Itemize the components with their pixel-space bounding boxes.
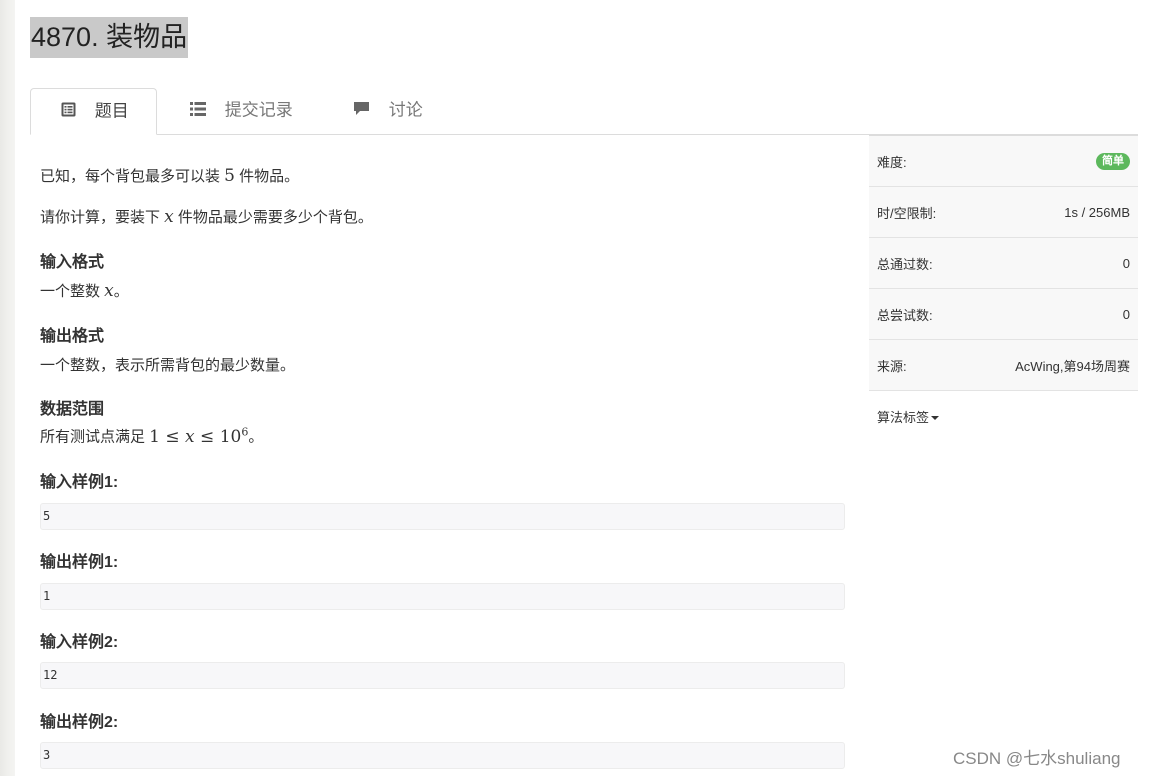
question-variable: x — [164, 207, 174, 227]
data-range-heading: 数据范围 — [40, 401, 105, 418]
algorithm-tags-toggle[interactable]: 算法标签 — [877, 407, 940, 426]
left-margin-strip — [0, 0, 15, 776]
sample-output-1-code[interactable]: 1 — [40, 583, 845, 610]
range-text-pre: 所有测试点满足 — [40, 428, 150, 446]
question-text-post: 件物品最少需要多少个背包。 — [173, 209, 373, 226]
tab-submissions-label: 提交记录 — [224, 100, 293, 120]
data-range-text: 所有测试点满足 1 ≤ x ≤ 106。 — [40, 425, 263, 447]
input-variable: x — [104, 281, 114, 301]
difficulty-label: 难度: — [877, 154, 907, 170]
sample-output-2-code[interactable]: 3 — [40, 742, 845, 769]
list-alt-icon — [61, 90, 76, 134]
passed-label: 总通过数: — [877, 256, 933, 272]
range-math-upper: ≤ 10 — [194, 426, 242, 447]
tried-value: 0 — [1122, 306, 1130, 322]
tried-row: 总尝试数: 0 — [869, 289, 1138, 340]
sample-input-1-heading: 输入样例1: — [40, 474, 119, 491]
watermark: CSDN @七水shuliang — [953, 749, 1121, 768]
intro-text-post: 件物品。 — [235, 168, 300, 185]
tab-problem-label: 题目 — [94, 101, 129, 121]
intro-text-pre: 已知，每个背包最多可以装 — [40, 168, 225, 185]
question-text-pre: 请你计算，要装下 — [40, 209, 165, 226]
source-value[interactable]: AcWing,第94场周赛 — [1015, 356, 1130, 375]
source-row: 来源: AcWing,第94场周赛 — [869, 340, 1138, 391]
problem-tabs: 题目 提交记录 讨论 — [30, 88, 1138, 135]
limit-label: 时/空限制: — [877, 205, 937, 221]
list-icon — [190, 89, 206, 133]
tab-discussion-label: 讨论 — [388, 100, 423, 120]
page-title: 4870. 装物品 — [30, 17, 189, 58]
problem-info-sidebar: 难度: 简单 时/空限制: 1s / 256MB 总通过数: 0 总尝试数: 0… — [869, 135, 1138, 441]
algorithm-tags-label: 算法标签 — [877, 409, 930, 425]
sample-input-2-heading: 输入样例2: — [40, 634, 119, 651]
sample-output-2-heading: 输出样例2: — [40, 714, 119, 731]
intro-number: 5 — [224, 166, 235, 186]
input-text-post: 。 — [113, 283, 129, 300]
sample-output-1-heading: 输出样例1: — [40, 554, 119, 571]
caret-down-icon — [931, 416, 940, 421]
comment-icon — [353, 89, 370, 133]
algorithm-tags-row: 算法标签 — [869, 391, 1138, 441]
tab-submissions[interactable]: 提交记录 — [188, 88, 338, 133]
passed-value: 0 — [1122, 255, 1130, 271]
difficulty-row: 难度: 简单 — [869, 136, 1138, 187]
tab-problem[interactable]: 题目 — [30, 88, 157, 135]
sample-input-1-code[interactable]: 5 — [40, 503, 845, 530]
range-math-lower: 1 ≤ — [149, 426, 186, 447]
output-format-heading: 输出格式 — [40, 328, 105, 345]
output-format-text: 一个整数，表示所需背包的最少数量。 — [40, 357, 296, 374]
input-text-pre: 一个整数 — [40, 283, 105, 300]
limit-value: 1s / 256MB — [1064, 204, 1130, 220]
tried-label: 总尝试数: — [877, 307, 933, 323]
intro-paragraph: 已知，每个背包最多可以装 5 件物品。 — [40, 165, 299, 186]
passed-row: 总通过数: 0 — [869, 238, 1138, 289]
source-label: 来源: — [877, 358, 907, 374]
range-math-variable: x — [185, 426, 195, 447]
tab-discussion[interactable]: 讨论 — [351, 88, 471, 133]
limit-row: 时/空限制: 1s / 256MB — [869, 187, 1138, 238]
input-format-text: 一个整数 x。 — [40, 280, 129, 301]
sample-input-2-code[interactable]: 12 — [40, 662, 845, 689]
input-format-heading: 输入格式 — [40, 254, 105, 271]
difficulty-badge: 简单 — [1096, 152, 1130, 170]
range-text-post: 。 — [248, 428, 264, 446]
question-paragraph: 请你计算，要装下 x 件物品最少需要多少个背包。 — [40, 206, 373, 227]
